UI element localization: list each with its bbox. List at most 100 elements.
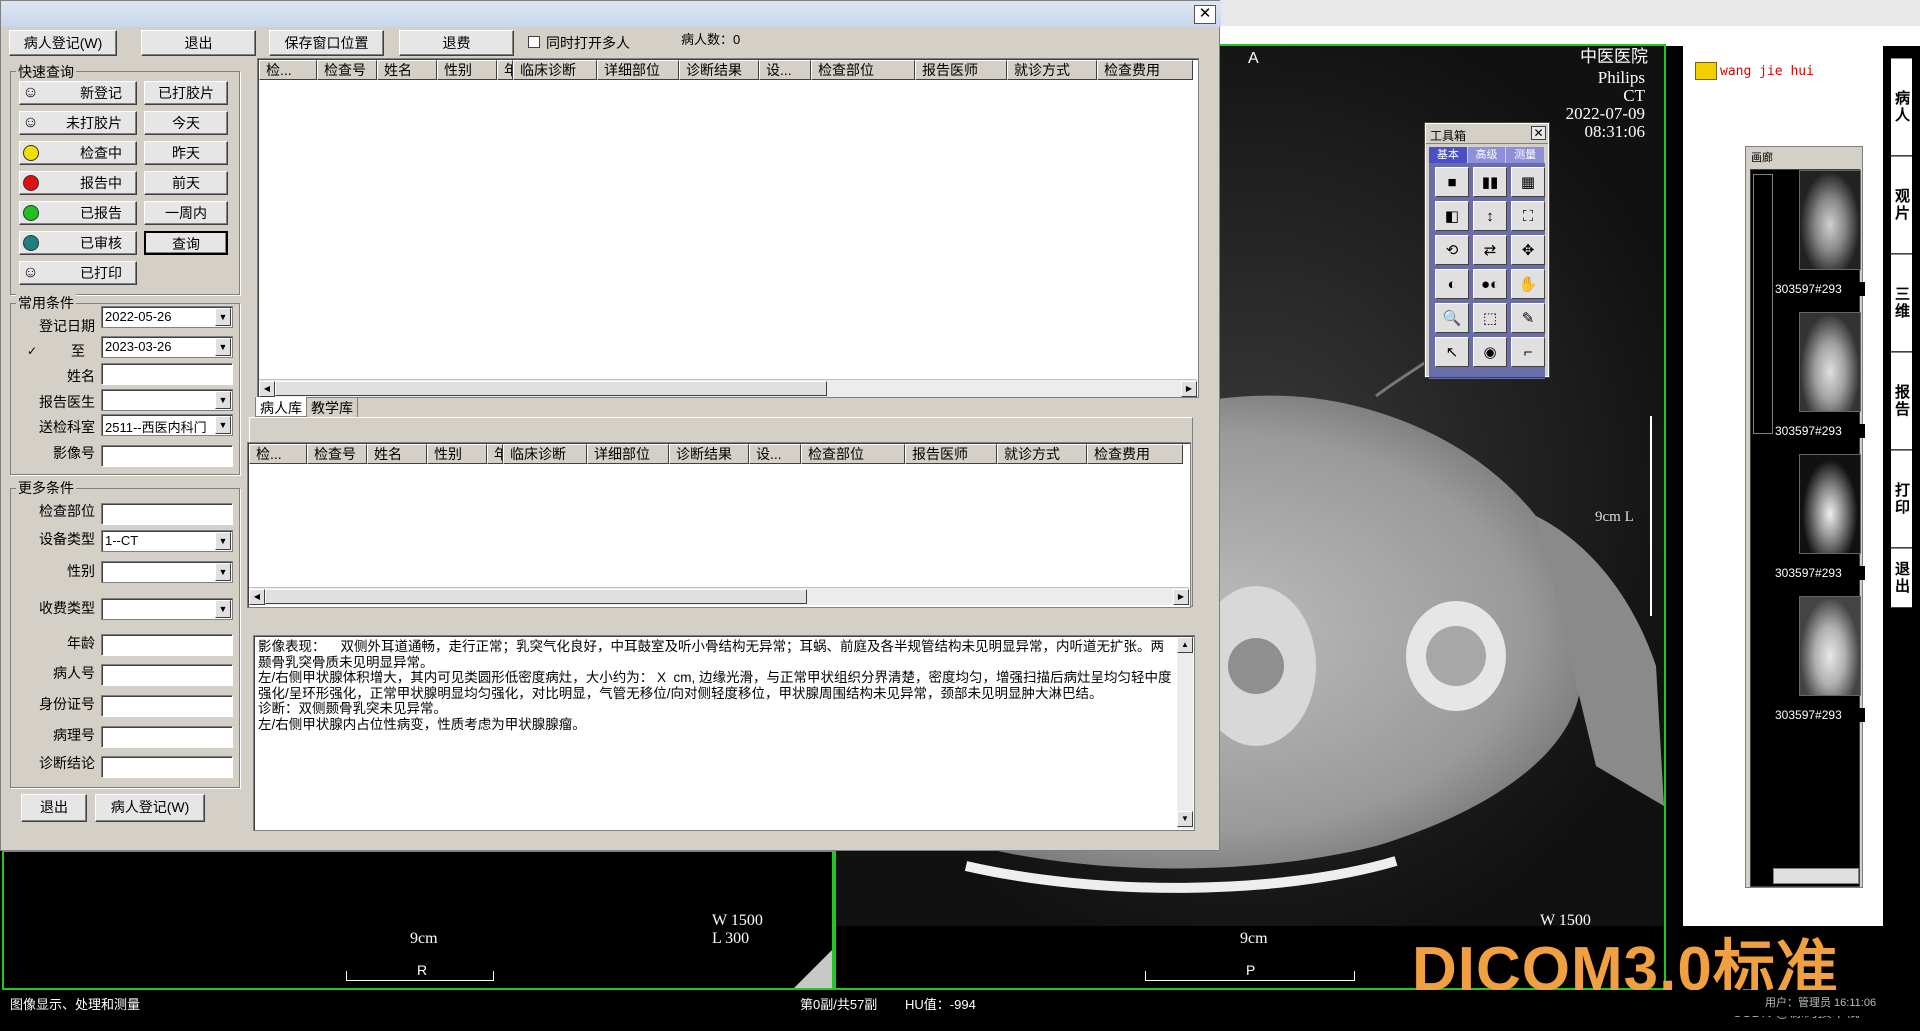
layout-2x2-icon[interactable]: ▦: [1511, 167, 1545, 197]
time-filter-button[interactable]: 前天: [144, 171, 228, 195]
chevron-down-icon[interactable]: ▼: [215, 308, 231, 326]
pan-series-icon[interactable]: ◧: [1435, 201, 1469, 231]
column-header[interactable]: 临床诊断: [503, 444, 587, 464]
column-header[interactable]: 性别: [427, 444, 487, 464]
toolbox-tab-advanced[interactable]: 高级: [1467, 147, 1507, 163]
gallery-thumb[interactable]: 303597#293: [1775, 170, 1865, 296]
column-header[interactable]: 检查号: [317, 60, 377, 80]
side-tab-3d[interactable]: 三维: [1891, 254, 1912, 352]
device-type-select[interactable]: 1--CT ▼: [101, 530, 233, 552]
scroll-left-icon[interactable]: ◀: [249, 589, 265, 605]
sex-select[interactable]: ▼: [101, 561, 233, 583]
column-header[interactable]: 检...: [249, 444, 307, 464]
magic-icon[interactable]: ✎: [1511, 303, 1545, 333]
gallery-thumb[interactable]: 303597#293: [1775, 454, 1865, 580]
window-level-icon[interactable]: ●◐: [1473, 269, 1507, 299]
column-header[interactable]: 检...: [259, 60, 317, 80]
toolbox-tab-basic[interactable]: 基本: [1429, 147, 1468, 163]
reg-date-picker[interactable]: 2022-05-26 ▼: [101, 306, 233, 328]
save-window-pos-button[interactable]: 保存窗口位置: [269, 30, 384, 56]
side-tab-patient[interactable]: 病人: [1891, 58, 1912, 156]
thumb-image[interactable]: [1799, 170, 1861, 270]
register-button[interactable]: 病人登记(W): [9, 30, 117, 56]
image-no-input[interactable]: [101, 445, 233, 467]
scroll-thumb[interactable]: [275, 381, 827, 396]
register-bottom-button[interactable]: 病人登记(W): [95, 794, 205, 822]
zoom-icon[interactable]: 🔍: [1435, 303, 1469, 333]
age-input[interactable]: [101, 634, 233, 656]
column-header[interactable]: 设...: [749, 444, 801, 464]
column-header[interactable]: 性别: [437, 60, 497, 80]
exit-button[interactable]: 退出: [141, 30, 256, 56]
column-header[interactable]: 详细部位: [597, 60, 679, 80]
time-filter-button[interactable]: 昨天: [144, 141, 228, 165]
side-tab-exit[interactable]: 退出: [1891, 548, 1912, 608]
side-tab-print[interactable]: 打印: [1891, 450, 1912, 548]
time-filter-button[interactable]: 已打胶片: [144, 81, 228, 105]
chevron-down-icon[interactable]: ▼: [215, 532, 231, 550]
column-header[interactable]: 报告医师: [905, 444, 997, 464]
time-filter-button[interactable]: 一周内: [144, 201, 228, 225]
column-header[interactable]: 姓名: [367, 444, 427, 464]
rotate-icon[interactable]: ⟲: [1435, 235, 1469, 265]
side-tab-report[interactable]: 报告: [1891, 352, 1912, 450]
tab-patient-library[interactable]: 病人库: [255, 397, 307, 417]
toolbox-panel[interactable]: 工具箱 ✕ 基本 高级 测量 ■ ▮▮ ▦ ◧ ↕ ⛶ ⟲ ⇄ ✥ ◐ ●◐ ✋ 🔍 ⬚ ✎ ↖ ◉ ⌐: [1424, 122, 1550, 379]
annotate-icon[interactable]: ⌐: [1511, 337, 1545, 367]
close-icon[interactable]: ✕: [1194, 5, 1216, 24]
diagnosis-input[interactable]: [101, 756, 233, 778]
column-header[interactable]: 报告医师: [915, 60, 1007, 80]
teaching-table-hscroll[interactable]: ◀ ▶: [249, 587, 1189, 605]
fee-type-select[interactable]: ▼: [101, 598, 233, 620]
scroll-down-icon[interactable]: ▼: [1177, 811, 1193, 827]
column-header[interactable]: 年: [497, 60, 513, 80]
to-date-picker[interactable]: 2023-03-26 ▼: [101, 336, 233, 358]
column-header[interactable]: 详细部位: [587, 444, 669, 464]
layout-1x1-icon[interactable]: ■: [1435, 167, 1469, 197]
reset-icon[interactable]: ◉: [1473, 337, 1507, 367]
corner-fold-icon[interactable]: [794, 950, 832, 988]
time-filter-button[interactable]: 查询: [144, 231, 228, 255]
exit-bottom-button[interactable]: 退出: [21, 794, 87, 822]
chevron-down-icon[interactable]: ▼: [215, 338, 231, 356]
pathology-no-input[interactable]: [101, 726, 233, 748]
id-card-input[interactable]: [101, 695, 233, 717]
chevron-down-icon[interactable]: ▼: [215, 563, 231, 581]
side-tab-view[interactable]: 观片: [1891, 156, 1912, 254]
toolbox-title[interactable]: 工具箱 ✕: [1426, 124, 1548, 144]
scroll-right-icon[interactable]: ▶: [1181, 381, 1197, 397]
gallery-hscroll[interactable]: [1773, 868, 1859, 884]
refund-button[interactable]: 退费: [399, 30, 514, 56]
dialog-titlebar[interactable]: [1, 1, 1221, 27]
chevron-down-icon[interactable]: ▼: [215, 600, 231, 618]
gallery-thumb[interactable]: 303597#293: [1775, 596, 1865, 722]
chevron-down-icon[interactable]: ▼: [215, 391, 231, 409]
flip-icon[interactable]: ⇄: [1473, 235, 1507, 265]
column-header[interactable]: 设...: [759, 60, 811, 80]
doctor-select[interactable]: ▼: [101, 389, 233, 411]
column-header[interactable]: 就诊方式: [997, 444, 1087, 464]
to-date-checkbox[interactable]: ✓: [27, 345, 39, 358]
column-header[interactable]: 检查费用: [1087, 444, 1183, 464]
column-header[interactable]: 临床诊断: [513, 60, 597, 80]
column-header[interactable]: 诊断结果: [679, 60, 759, 80]
layout-1x2-icon[interactable]: ▮▮: [1473, 167, 1507, 197]
gallery-scrollbar[interactable]: [1753, 174, 1773, 434]
dept-select[interactable]: 2511--西医内科门 ▼: [101, 414, 233, 436]
thumb-image[interactable]: [1799, 454, 1861, 554]
scroll-up-icon[interactable]: ▲: [1177, 637, 1193, 653]
chevron-down-icon[interactable]: ▼: [215, 416, 231, 434]
report-text-area[interactable]: 影像表现： 双侧外耳道通畅，走行正常；乳突气化良好，中耳鼓室及听小骨结构无异常；…: [253, 635, 1195, 831]
scroll-thumb[interactable]: [265, 589, 807, 604]
name-input[interactable]: [101, 363, 233, 385]
scroll-icon[interactable]: ↕: [1473, 201, 1507, 231]
column-header[interactable]: 检查部位: [801, 444, 905, 464]
column-header[interactable]: 检查号: [307, 444, 367, 464]
column-header[interactable]: 诊断结果: [669, 444, 749, 464]
move-icon[interactable]: ✥: [1511, 235, 1545, 265]
exam-part-input[interactable]: [101, 503, 233, 525]
close-icon[interactable]: ✕: [1531, 126, 1546, 140]
thumb-image[interactable]: [1799, 312, 1861, 412]
time-filter-button[interactable]: 今天: [144, 111, 228, 135]
gallery-thumb[interactable]: 303597#293: [1775, 312, 1865, 438]
